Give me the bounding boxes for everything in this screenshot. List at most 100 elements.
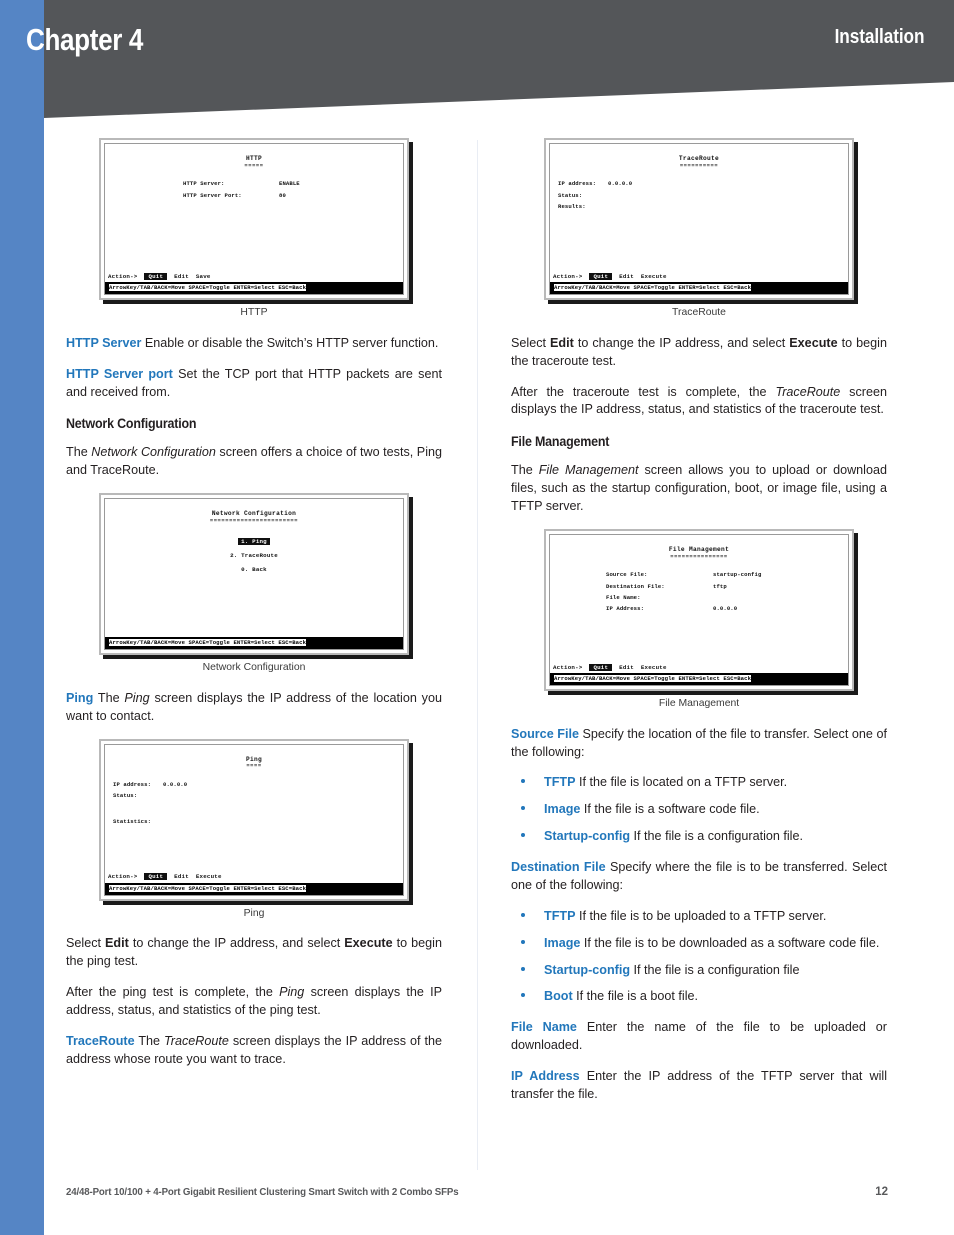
crt-action-bar: Action-> Quit Edit Execute <box>553 272 667 281</box>
paragraph-ping-edit: Select Edit to change the IP address, an… <box>66 935 442 971</box>
figure-caption: File Management <box>658 697 740 709</box>
crt-action-item: Edit <box>174 272 189 280</box>
crt-row: Results: <box>550 202 848 210</box>
crt-row: Destination File: tftp <box>550 582 848 590</box>
paragraph-text: Enable or disable the Switch’s HTTP serv… <box>141 335 439 350</box>
crt-action-prefix: Action-> <box>553 272 583 280</box>
bold-execute: Execute <box>344 936 393 951</box>
crt-action-item: Edit <box>619 663 634 671</box>
list-item-text: If the file is a boot file. <box>572 989 698 1004</box>
italic-network-configuration: Network Configuration <box>91 445 216 460</box>
crt-row: Source File: startup-config <box>550 572 848 578</box>
paragraph-text: The <box>66 445 92 460</box>
figure-ping: Ping ==== IP address: 0.0.0.0 Status: St… <box>66 738 442 922</box>
paragraph-text: The <box>511 463 539 478</box>
crt-row-label: Statistics: <box>113 818 152 826</box>
italic-ping: Ping <box>124 690 150 705</box>
paragraph-http-port: HTTP Server port Set the TCP port that H… <box>66 366 442 402</box>
crt-status-text: ArrowKey/TAB/BACK=Move SPACE=Toggle ENTE… <box>554 284 752 291</box>
left-column: HTTP ===== HTTP Server: ENABLE HTTP Serv… <box>66 138 442 1082</box>
paragraph-destination-file: Destination File Specify where the file … <box>511 859 887 895</box>
list-item: Image If the file is a software code fil… <box>511 801 887 819</box>
term-startup-config: Startup-config <box>544 829 631 844</box>
crt-title-rule: ===== <box>244 162 264 169</box>
bold-execute: Execute <box>789 335 838 350</box>
bullet-dot-icon <box>521 966 525 971</box>
italic-ping: Ping <box>279 985 305 1000</box>
crt-row: HTTP Server Port: 80 <box>105 191 403 199</box>
figure-caption: HTTP <box>240 307 268 318</box>
paragraph-text: Select <box>66 936 106 951</box>
crt-status-bar: ArrowKey/TAB/BACK=Move SPACE=Toggle ENTE… <box>550 282 848 294</box>
paragraph-traceroute-edit: Select Edit to change the IP address, an… <box>511 335 887 371</box>
bullet-dot-icon <box>521 993 525 998</box>
list-item: TFTP If the file is located on a TFTP se… <box>511 774 887 792</box>
term-file-name: File Name <box>511 1020 577 1035</box>
paragraph-http-server: HTTP Server Enable or disable the Switch… <box>66 335 442 353</box>
crt-row-label: IP address: <box>558 180 597 188</box>
crt-row-value: 80 <box>279 191 286 199</box>
crt-action-prefix: Action-> <box>108 873 138 881</box>
list-item-text: If the file is a configuration file <box>630 962 800 977</box>
crt-action-item: Execute <box>195 873 222 881</box>
list-item: Image If the file is to be downloaded as… <box>511 935 887 953</box>
figure-http: HTTP ===== HTTP Server: ENABLE HTTP Serv… <box>66 138 442 321</box>
screenshot-file-management: File Management =============== Source F… <box>544 528 858 695</box>
crt-status-bar: ArrowKey/TAB/BACK=Move SPACE=Toggle ENTE… <box>105 882 403 895</box>
term-boot: Boot <box>544 989 573 1004</box>
crt-menu-item-ping: 1. Ping <box>105 537 403 546</box>
list-item-text: If the file is a configuration file. <box>630 829 803 844</box>
crt-field-rows: Source File: startup-config Destination … <box>550 572 848 612</box>
bullet-dot-icon <box>521 833 525 838</box>
crt-row-label: HTTP Server: <box>183 180 225 188</box>
bullet-dot-icon <box>521 912 525 917</box>
crt-row-value: ENABLE <box>279 180 300 188</box>
crt-row: HTTP Server: ENABLE <box>105 181 403 187</box>
list-item-text: If the file is a software code file. <box>580 802 760 817</box>
figure-caption: Ping <box>243 907 265 919</box>
crt-row-label: Source File: <box>606 571 648 579</box>
paragraph-text: The <box>93 690 125 705</box>
crt-action-item: Execute <box>640 663 667 671</box>
crt-row-label: File Name: <box>606 593 641 601</box>
paragraph-text: Select <box>511 335 551 350</box>
crt-row-label: Results: <box>558 202 586 210</box>
paragraph-traceroute: TraceRoute The TraceRoute screen display… <box>66 1033 442 1069</box>
term-image: Image <box>544 935 581 950</box>
crt-action-item: Edit <box>619 272 634 280</box>
term-ip-address: IP Address <box>511 1069 580 1084</box>
term-destination-file: Destination File <box>511 860 606 875</box>
term-image: Image <box>544 802 581 817</box>
crt-row: IP Address: 0.0.0.0 <box>550 604 848 612</box>
column-divider <box>477 140 478 1170</box>
crt-action-prefix: Action-> <box>108 272 138 280</box>
crt-action-item: Save <box>195 272 211 280</box>
crt-row-label: Status: <box>113 792 138 800</box>
paragraph-ping-after: After the ping test is complete, the Pin… <box>66 984 442 1020</box>
crt-menu-item-traceroute: 2. TraceRoute <box>230 551 278 559</box>
screenshot-ping: Ping ==== IP address: 0.0.0.0 Status: St… <box>99 738 413 905</box>
footer-product-name: 24/48-Port 10/100 + 4-Port Gigabit Resil… <box>66 1187 459 1198</box>
crt-menu-item-back: 0. Back <box>241 566 267 574</box>
crt-row-value: tftp <box>713 582 727 590</box>
paragraph-source-file: Source File Specify the location of the … <box>511 726 887 762</box>
crt-title-rule: ======================= <box>209 517 299 524</box>
list-item: Startup-config If the file is a configur… <box>511 828 887 846</box>
crt-status-text: ArrowKey/TAB/BACK=Move SPACE=Toggle ENTE… <box>109 284 307 291</box>
crt-title-rule: ========== <box>679 162 719 169</box>
crt-status-bar: ArrowKey/TAB/BACK=Move SPACE=Toggle ENTE… <box>105 637 403 650</box>
chapter-title: Chapter 4 <box>26 22 144 57</box>
crt-row-label: IP Address: <box>606 604 645 612</box>
figure-traceroute: TraceRoute ========== IP address: 0.0.0.… <box>511 138 887 321</box>
figure-caption: Network Configuration <box>202 662 306 674</box>
paragraph-text: After the traceroute test is complete, t… <box>511 384 776 399</box>
crt-status-text: ArrowKey/TAB/BACK=Move SPACE=Toggle ENTE… <box>109 884 307 892</box>
list-item-text: If the file is to be uploaded to a TFTP … <box>575 908 827 923</box>
term-startup-config: Startup-config <box>544 962 631 977</box>
list-item-text: If the file is located on a TFTP server. <box>575 775 788 790</box>
crt-row-value: 0.0.0.0 <box>713 604 738 612</box>
paragraph-text: After the ping test is complete, the <box>66 985 280 1000</box>
paragraph-ping: Ping The Ping screen displays the IP add… <box>66 690 442 726</box>
subheading-file-management: File Management <box>511 434 610 450</box>
paragraph-text: to change the IP address, and select <box>573 335 790 350</box>
